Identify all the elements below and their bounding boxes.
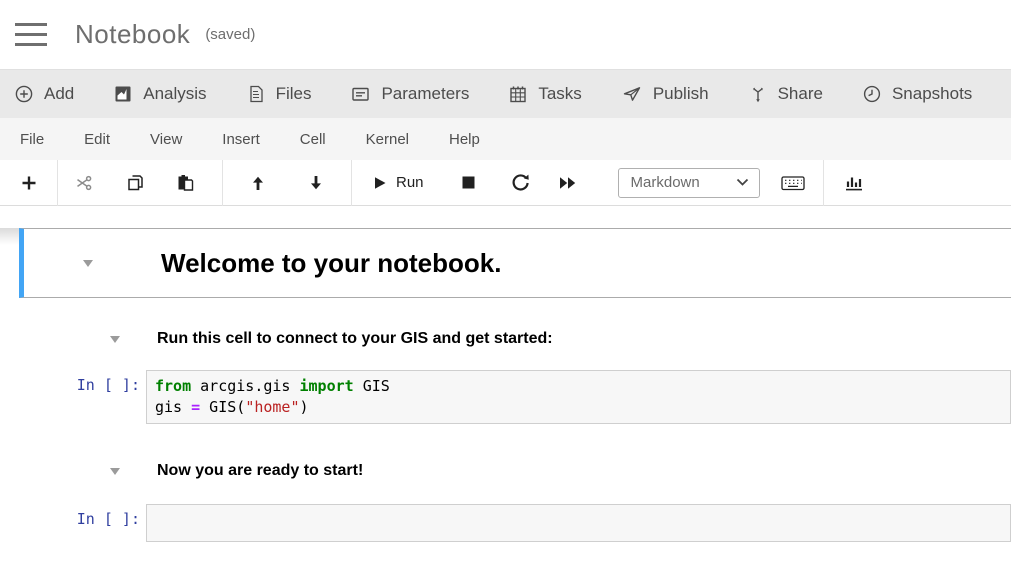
menu-view[interactable]: View [150,131,182,148]
open-analysis-panel-button[interactable] [824,160,884,206]
analysis-icon [113,84,133,104]
run-label: Run [396,174,424,191]
circle-plus-icon [14,84,34,104]
fast-forward-icon [558,175,577,191]
save-status: (saved) [205,26,255,43]
parameters-label: Parameters [381,84,469,104]
arrow-down-icon [307,174,325,192]
code-token: "home" [245,398,299,416]
tasks-button[interactable]: Tasks [508,84,581,104]
parameters-button[interactable]: Parameters [350,84,469,104]
menu-kernel[interactable]: Kernel [366,131,409,148]
share-icon [748,84,768,104]
restart-icon [511,173,530,192]
chevron-down-icon [736,178,749,187]
code-token: GIS [354,377,390,395]
collapse-toggle-icon[interactable] [110,468,120,475]
code-token: from [155,377,191,395]
cell-toolbar: Run Markdown [0,160,1011,206]
files-icon [246,84,266,104]
code-cell-empty[interactable]: In [ ]: [0,504,1011,542]
analysis-label: Analysis [143,84,206,104]
keyboard-icon [781,174,805,192]
notebook-area: Welcome to your notebook. Run this cell … [0,228,1011,580]
code-token: import [300,377,354,395]
markdown-cell-welcome[interactable]: Welcome to your notebook. [19,228,1011,298]
analysis-button[interactable]: Analysis [113,84,206,104]
share-label: Share [778,84,823,104]
run-button[interactable]: Run [372,160,424,206]
collapse-toggle-icon[interactable] [110,336,120,343]
parameters-icon [350,84,371,104]
markdown-heading-3: Now you are ready to start! [157,462,363,480]
add-cell-button[interactable] [0,160,57,206]
code-token: arcgis.gis [191,377,299,395]
cell-type-value: Markdown [631,174,700,191]
clock-icon [862,84,882,104]
cell-type-select[interactable]: Markdown [618,168,760,198]
code-token: GIS( [200,398,245,416]
interrupt-kernel-button[interactable] [440,160,498,206]
copy-cell-button[interactable] [110,160,160,206]
add-label: Add [44,84,74,104]
command-palette-button[interactable] [763,160,823,206]
menu-edit[interactable]: Edit [84,131,110,148]
stop-icon [461,175,476,190]
markdown-cell-ready[interactable]: Now you are ready to start! [0,462,1011,480]
cut-cell-button[interactable] [58,160,110,206]
toolbar-divider [351,160,352,206]
paste-icon [176,173,195,192]
code-token: ) [300,398,309,416]
toolbar-divider [222,160,223,206]
menu-file[interactable]: File [20,131,44,148]
restart-run-all-button[interactable] [544,160,592,206]
code-editor[interactable]: from arcgis.gis import GIS gis = GIS("hom… [146,370,1011,424]
menu-insert[interactable]: Insert [222,131,260,148]
app-header: Notebook (saved) [0,0,1011,69]
code-token: gis [155,398,191,416]
copy-icon [126,173,145,192]
code-cell-gis[interactable]: In [ ]: from arcgis.gis import GIS gis = … [0,370,1011,424]
publish-icon [621,84,643,104]
code-token: = [191,398,200,416]
bar-chart-icon [844,173,864,192]
tasks-label: Tasks [538,84,581,104]
markdown-heading-3: Run this cell to connect to your GIS and… [157,330,553,348]
snapshots-label: Snapshots [892,84,972,104]
tasks-icon [508,84,528,104]
markdown-cell-connect[interactable]: Run this cell to connect to your GIS and… [0,330,1011,348]
notebook-title: Notebook [75,19,190,50]
code-editor[interactable] [146,504,1011,542]
paste-cell-button[interactable] [160,160,210,206]
share-button[interactable]: Share [748,84,823,104]
notebook-menu-bar: File Edit View Insert Cell Kernel Help [0,118,1011,160]
app-toolbar: Add Analysis Files Parameters Tasks Publ… [0,69,1011,118]
input-prompt: In [ ]: [0,370,146,394]
restart-kernel-button[interactable] [498,160,544,206]
markdown-heading-1: Welcome to your notebook. [161,248,501,279]
plus-icon [20,174,38,192]
snapshots-button[interactable]: Snapshots [862,84,972,104]
files-button[interactable]: Files [246,84,312,104]
move-cell-up-button[interactable] [229,160,287,206]
menu-cell[interactable]: Cell [300,131,326,148]
input-prompt: In [ ]: [0,504,146,528]
add-button[interactable]: Add [14,84,74,104]
scissors-icon [75,174,93,192]
menu-help[interactable]: Help [449,131,480,148]
collapse-toggle-icon[interactable] [83,260,93,267]
files-label: Files [276,84,312,104]
arrow-up-icon [249,174,267,192]
publish-label: Publish [653,84,709,104]
move-cell-down-button[interactable] [287,160,345,206]
play-icon [372,175,388,191]
hamburger-menu-icon[interactable] [15,16,47,54]
publish-button[interactable]: Publish [621,84,709,104]
